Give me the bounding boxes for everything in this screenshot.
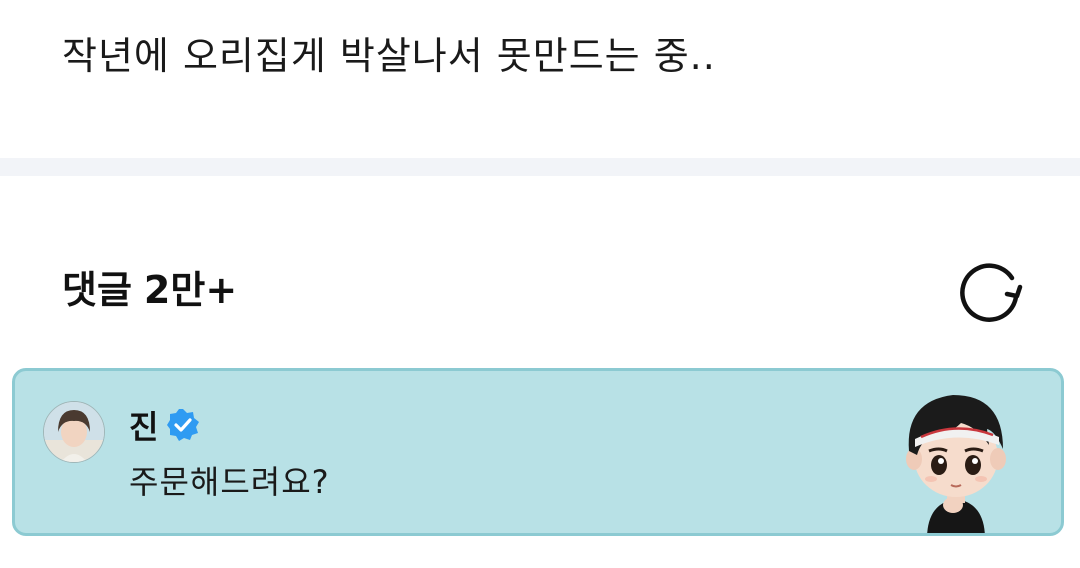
refresh-button[interactable] <box>956 260 1028 324</box>
verified-badge-icon <box>167 409 200 441</box>
comments-title: 댓글 <box>62 268 132 312</box>
user-avatar[interactable] <box>43 401 105 463</box>
refresh-icon <box>960 263 1023 322</box>
pinned-comment-card[interactable]: 진 주문해드려요? <box>12 368 1064 536</box>
comment-text: 주문해드려요? <box>129 463 330 501</box>
comment-author-row: 진 <box>129 403 200 447</box>
post-body-text: 작년에 오리집게 박살나서 못만드는 중.. <box>62 34 716 78</box>
section-divider <box>0 158 1080 176</box>
comments-count: 2만+ <box>143 268 238 312</box>
comments-header: 댓글 2만+ <box>62 262 237 318</box>
comment-author-name[interactable]: 진 <box>129 402 158 448</box>
character-sticker <box>891 385 1021 533</box>
